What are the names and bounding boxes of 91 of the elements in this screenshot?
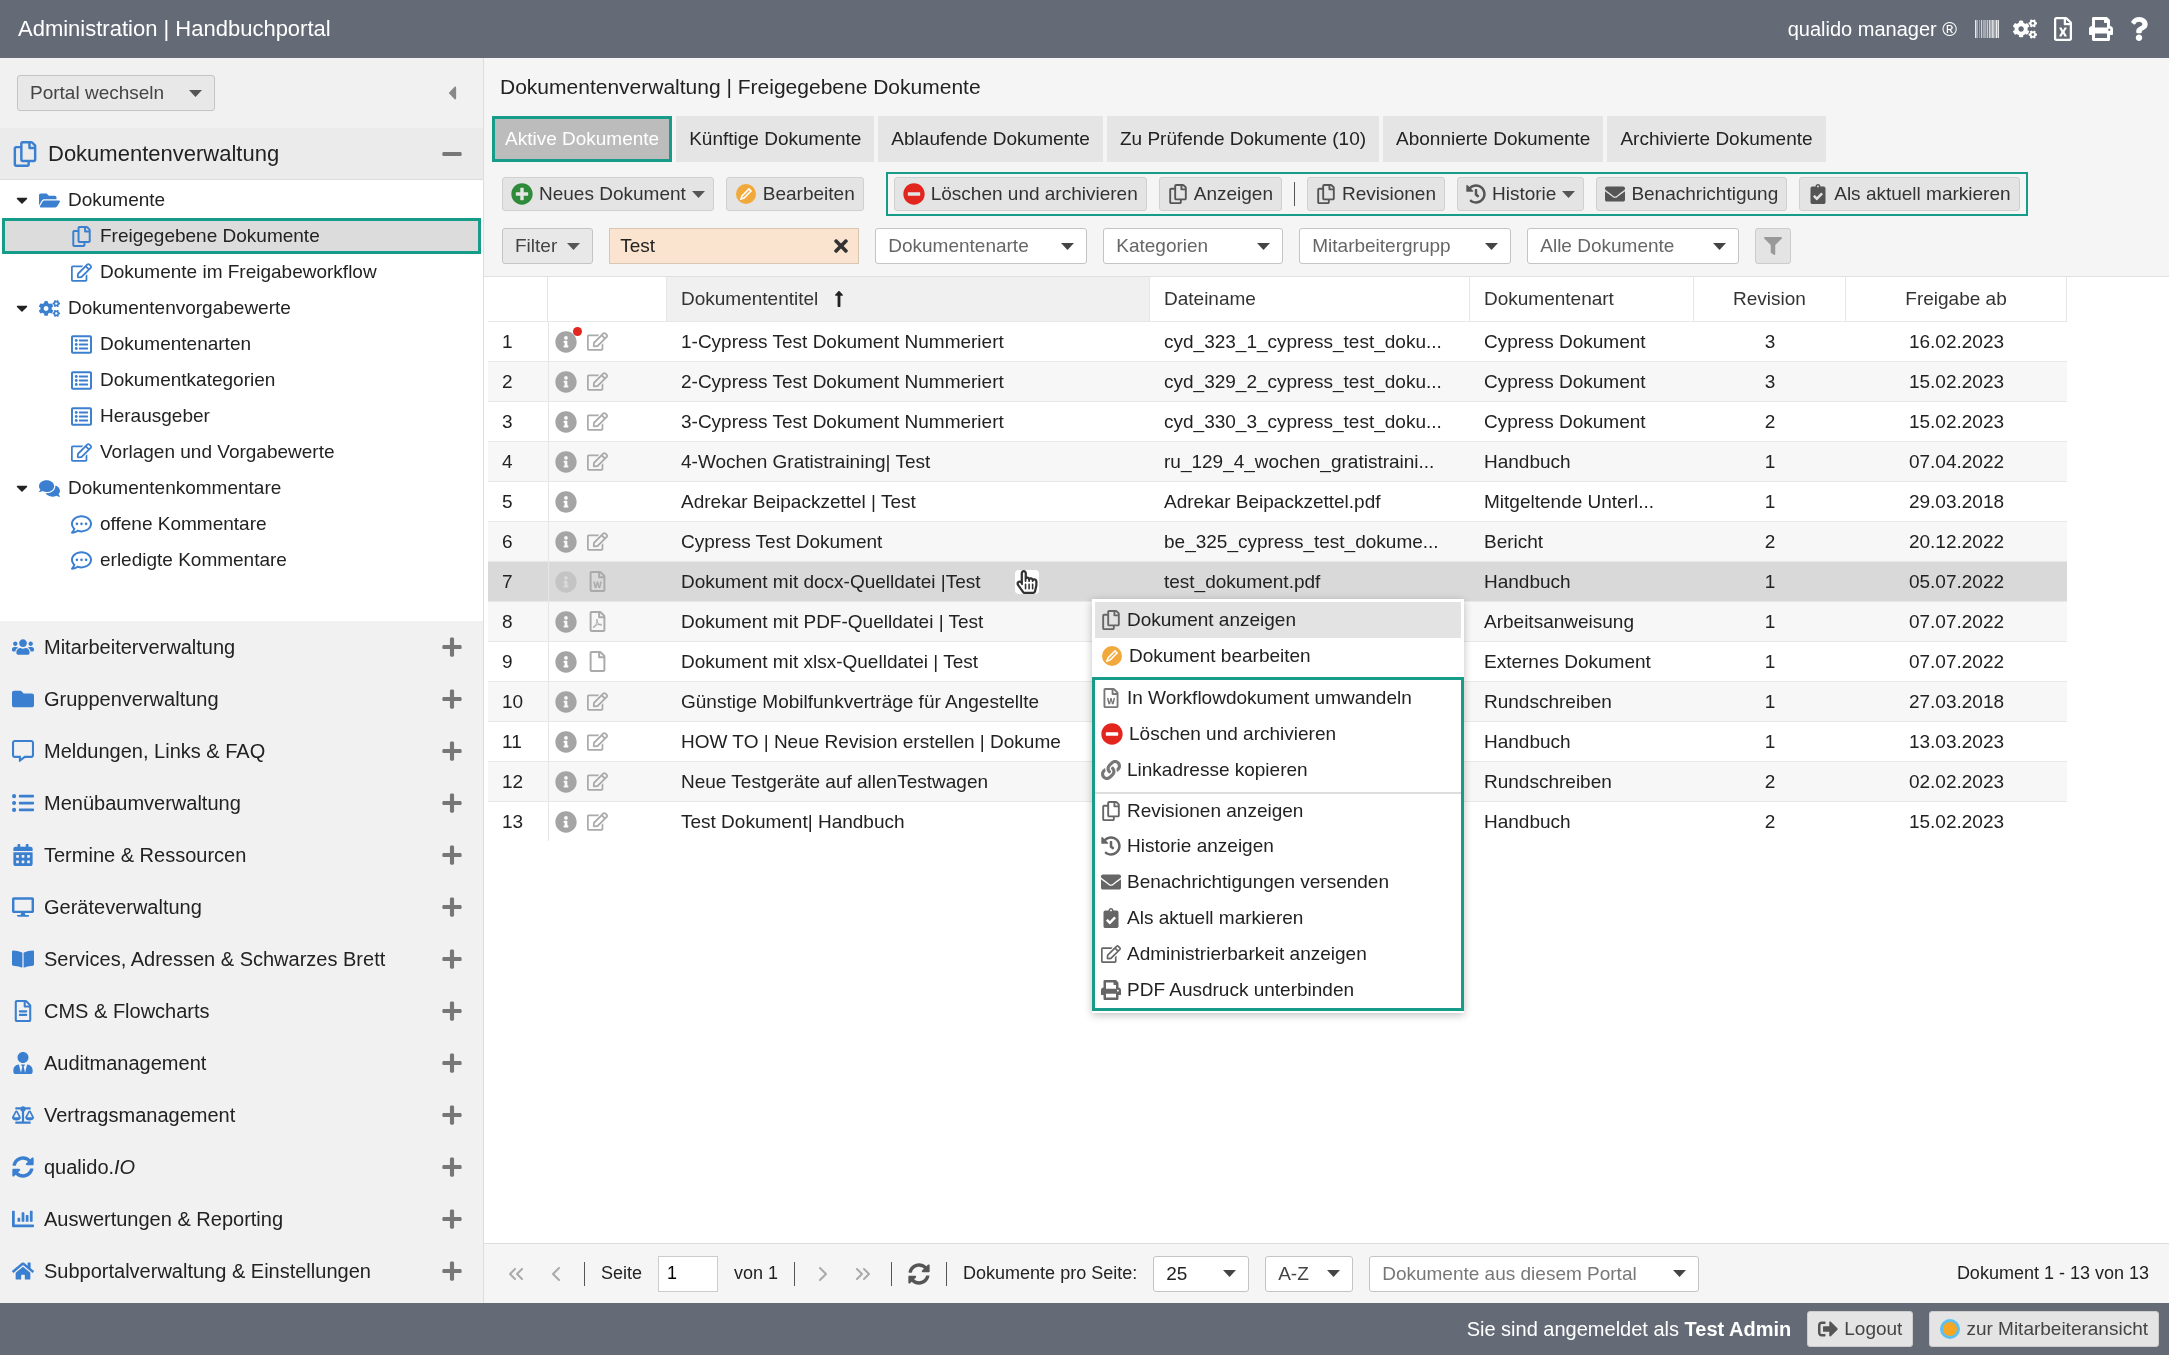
table-cell: 1 <box>1764 610 1776 633</box>
row-number: 13 <box>501 809 525 834</box>
table-cell: 16.02.2023 <box>1908 330 2005 353</box>
tree-label: Freigegebene Dokumente <box>100 225 320 247</box>
table-cell: 3-Cypress Test Dokument Nummeriert <box>681 410 1004 433</box>
table-cell: 07.07.2022 <box>1908 650 2005 673</box>
breadcrumb: Dokumentenverwaltung | Freigegebene Dokumente <box>499 74 982 100</box>
table-cell: 3 <box>1764 370 1776 393</box>
tree-label: Herausgeber <box>100 405 210 427</box>
row-number: 3 <box>501 409 514 434</box>
table-cell: Externes Dokument <box>1484 650 1651 673</box>
table-cell: 1 <box>1764 450 1776 473</box>
table-cell: 1 <box>1764 490 1776 513</box>
table-cell: 07.07.2022 <box>1908 610 2005 633</box>
row-number: 4 <box>501 449 514 474</box>
table-cell: Handbuch <box>1484 450 1571 473</box>
table-cell: cyd_330_3_cypress_test_doku... <box>1164 410 1442 433</box>
table-cell: Dokument mit docx-Quelldatei |Test <box>681 570 981 593</box>
tree-label: offene Kommentare <box>100 513 267 535</box>
table-cell: 1 <box>1764 570 1776 593</box>
tree-label: Vorlagen und Vorgabewerte <box>100 441 335 463</box>
table-cell: 2 <box>1764 810 1776 833</box>
row-number: 5 <box>501 489 514 514</box>
table-cell: 07.04.2022 <box>1908 450 2005 473</box>
table-cell: 1 <box>1764 730 1776 753</box>
table-cell: Handbuch <box>1484 810 1571 833</box>
table-cell: Bericht <box>1484 530 1544 553</box>
row-number: 10 <box>501 689 525 714</box>
table-cell: 4-Wochen Gratistraining| Test <box>681 450 931 473</box>
table-cell: HOW TO | Neue Revision erstellen | Dokume <box>681 730 1061 753</box>
tree-label: erledigte Kommentare <box>100 549 287 571</box>
row-number: 7 <box>501 569 514 594</box>
table-cell: Adrekar Beipackzettel | Test <box>681 490 916 513</box>
app-title: Administration | Handbuchportal <box>18 16 332 42</box>
row-number: 6 <box>501 529 514 554</box>
table-cell: 27.03.2018 <box>1908 690 2005 713</box>
brand-name: qualido manager ® <box>1787 17 1957 41</box>
table-cell: 1-Cypress Test Dokument Nummeriert <box>681 330 1004 353</box>
row-number: 2 <box>501 369 514 394</box>
row-number: 12 <box>501 769 525 794</box>
table-cell: 2 <box>1764 530 1776 553</box>
table-cell: test_dokument.pdf <box>1164 570 1321 593</box>
table-cell: 1 <box>1764 690 1776 713</box>
table-cell: Cypress Dokument <box>1484 330 1646 353</box>
table-cell: ru_129_4_wochen_gratistraini... <box>1164 450 1435 473</box>
table-cell: Dokument mit xlsx-Quelldatei | Test <box>681 650 979 673</box>
table-cell: 05.07.2022 <box>1908 570 2005 593</box>
login-status: Sie sind angemeldet als Test Admin <box>1466 1317 1792 1341</box>
page-count: von 1 <box>734 1263 779 1284</box>
row-number: 11 <box>501 729 523 754</box>
table-cell: 15.02.2023 <box>1908 810 2005 833</box>
row-number: 8 <box>501 609 514 634</box>
table-cell: 02.02.2023 <box>1908 770 2005 793</box>
tree-label: Dokumentenvorgabewerte <box>68 297 291 319</box>
table-cell: 13.03.2023 <box>1908 730 2005 753</box>
table-cell: Cypress Test Dokument <box>681 530 883 553</box>
tree-label: Dokumente <box>68 189 166 211</box>
table-cell: 2 <box>1764 770 1776 793</box>
table-cell: 2-Cypress Test Dokument Nummeriert <box>681 370 1004 393</box>
table-cell: Handbuch <box>1484 570 1571 593</box>
per-page-label: Dokumente pro Seite: <box>963 1263 1138 1284</box>
row-number: 1 <box>501 329 514 354</box>
table-cell: cyd_323_1_cypress_test_doku... <box>1164 330 1442 353</box>
table-cell: Cypress Dokument <box>1484 370 1646 393</box>
table-cell: 20.12.2022 <box>1908 530 2005 553</box>
table-cell: be_325_cypress_test_dokume... <box>1164 530 1439 553</box>
tree-label: Dokumente im Freigabeworkflow <box>100 261 377 283</box>
table-cell: 15.02.2023 <box>1908 410 2005 433</box>
table-cell: Neue Testgeräte auf allenTestwagen <box>681 770 989 793</box>
table-cell: 29.03.2018 <box>1908 490 2005 513</box>
row-number: 9 <box>501 649 514 674</box>
table-cell: Rundschreiben <box>1484 690 1612 713</box>
table-cell: 1 <box>1764 650 1776 673</box>
table-cell: 15.02.2023 <box>1908 370 2005 393</box>
table-cell: cyd_329_2_cypress_test_doku... <box>1164 370 1442 393</box>
page-label: Seite <box>601 1263 643 1284</box>
tree-label: Dokumentkategorien <box>100 369 276 391</box>
table-cell: Dokument mit PDF-Quelldatei | Test <box>681 610 984 633</box>
table-cell: Handbuch <box>1484 730 1571 753</box>
table-cell: Mitgeltende Unterl... <box>1484 490 1655 513</box>
table-cell: Adrekar Beipackzettel.pdf <box>1164 490 1381 513</box>
table-cell: 3 <box>1764 330 1776 353</box>
table-cell: Rundschreiben <box>1484 770 1612 793</box>
result-count: Dokument 1 - 13 von 13 <box>1956 1263 2149 1284</box>
table-cell: Cypress Dokument <box>1484 410 1646 433</box>
table-cell: Günstige Mobilfunkverträge für Angestellte <box>681 690 1040 713</box>
tree-label: Dokumentenarten <box>100 333 252 355</box>
tree-label: Dokumentenkommentare <box>68 477 282 499</box>
table-cell: Test Dokument| Handbuch <box>681 810 905 833</box>
table-cell: Arbeitsanweisung <box>1484 610 1634 633</box>
table-cell: 2 <box>1764 410 1776 433</box>
